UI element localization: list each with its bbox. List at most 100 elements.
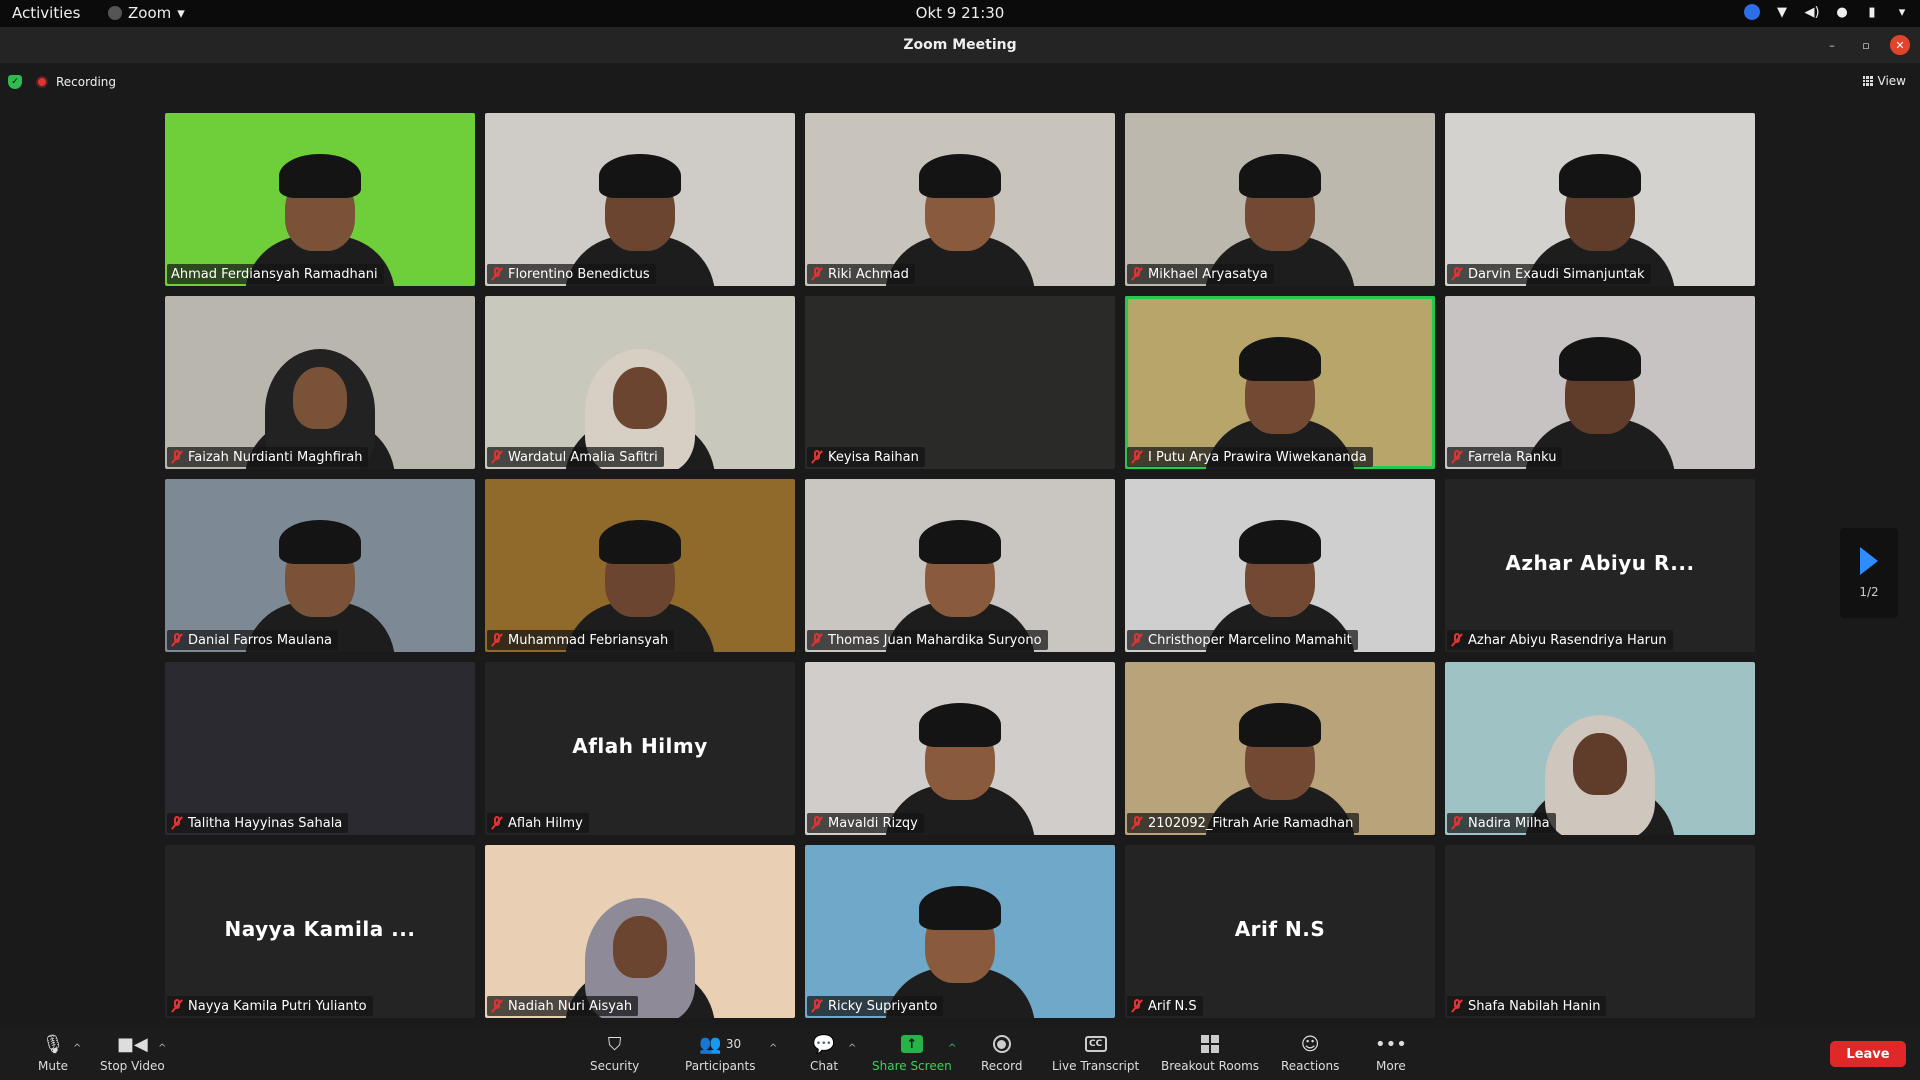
- participant-display-name: Azhar Abiyu R...: [1505, 551, 1695, 575]
- participant-tile[interactable]: Florentino Benedictus: [485, 113, 795, 286]
- app-menu-label: Zoom: [128, 4, 172, 22]
- share-screen-button[interactable]: ↑ Share Screen: [872, 1033, 952, 1073]
- microphone-muted-icon: [1451, 816, 1463, 830]
- microphone-muted-icon: [811, 450, 823, 464]
- participant-tile[interactable]: Arif N.S Arif N.S: [1125, 845, 1435, 1018]
- chat-options-caret[interactable]: ^: [848, 1043, 856, 1054]
- mute-button[interactable]: 🎙 Mute: [38, 1033, 68, 1074]
- leave-button[interactable]: Leave: [1830, 1041, 1906, 1067]
- participant-tile[interactable]: Thomas Juan Mahardika Suryono: [805, 479, 1115, 652]
- participant-tile[interactable]: 2102092_Fitrah Arie Ramadhan: [1125, 662, 1435, 835]
- participant-tile[interactable]: Keyisa Raihan: [805, 296, 1115, 469]
- participant-name-tag: Muhammad Febriansyah: [487, 630, 675, 650]
- participant-video-hair: [599, 154, 681, 198]
- participant-tile[interactable]: Aflah Hilmy Aflah Hilmy: [485, 662, 795, 835]
- participant-video-hair: [919, 520, 1001, 564]
- participant-tile[interactable]: Talitha Hayyinas Sahala: [165, 662, 475, 835]
- microphone-muted-icon: [171, 450, 183, 464]
- participant-name-tag: Florentino Benedictus: [487, 264, 656, 284]
- participant-tile[interactable]: Darvin Exaudi Simanjuntak: [1445, 113, 1755, 286]
- participant-tile[interactable]: Mikhael Aryasatya: [1125, 113, 1435, 286]
- participant-tile[interactable]: Farrela Ranku: [1445, 296, 1755, 469]
- activities-button[interactable]: Activities: [12, 4, 80, 22]
- participant-name: Nayya Kamila Putri Yulianto: [188, 998, 367, 1014]
- participant-tile[interactable]: Nayya Kamila ... Nayya Kamila Putri Yulia…: [165, 845, 475, 1018]
- gallery-view: Ahmad Ferdiansyah Ramadhani Florentino Be…: [165, 113, 1755, 1018]
- participant-tile[interactable]: Ricky Supriyanto: [805, 845, 1115, 1018]
- participant-name-tag: Ricky Supriyanto: [807, 996, 944, 1016]
- live-transcript-button[interactable]: CC Live Transcript: [1052, 1033, 1139, 1073]
- participant-name-tag: I Putu Arya Prawira Wiwekananda: [1127, 447, 1373, 467]
- participant-display-name: Nayya Kamila ...: [224, 917, 416, 941]
- participant-tile[interactable]: Azhar Abiyu R... Azhar Abiyu Rasendriya H…: [1445, 479, 1755, 652]
- microphone-icon[interactable]: ●: [1834, 3, 1850, 21]
- security-button[interactable]: ⛉ Security: [590, 1033, 639, 1074]
- volume-icon[interactable]: ◀): [1804, 3, 1820, 21]
- more-button[interactable]: ••• More: [1375, 1033, 1407, 1074]
- participant-name-tag: Christhoper Marcelino Mamahit: [1127, 630, 1358, 650]
- microphone-muted-icon: [171, 999, 183, 1013]
- next-page-button[interactable]: 1/2: [1840, 528, 1898, 618]
- participant-name: Arif N.S: [1148, 998, 1197, 1014]
- chat-button[interactable]: 💬 Chat: [810, 1033, 838, 1074]
- participant-tile[interactable]: Faizah Nurdianti Maghfirah: [165, 296, 475, 469]
- recording-indicator[interactable]: Recording: [36, 75, 116, 89]
- ellipsis-icon: •••: [1375, 1033, 1407, 1055]
- participant-tile[interactable]: Mavaldi Rizqy: [805, 662, 1115, 835]
- participant-tile[interactable]: Shafa Nabilah Hanin: [1445, 845, 1755, 1018]
- video-options-caret[interactable]: ^: [158, 1043, 166, 1054]
- breakout-rooms-button[interactable]: Breakout Rooms: [1161, 1033, 1259, 1073]
- participant-tile[interactable]: Nadiah Nuri Aisyah: [485, 845, 795, 1018]
- participant-video-hair: [919, 886, 1001, 930]
- reactions-button[interactable]: ☺ Reactions: [1281, 1033, 1340, 1074]
- chevron-down-icon[interactable]: ▾: [1894, 3, 1910, 21]
- microphone-muted-icon: [491, 267, 503, 281]
- participants-options-caret[interactable]: ^: [769, 1043, 777, 1054]
- participant-display-name: Arif N.S: [1234, 917, 1326, 941]
- participant-name: Mikhael Aryasatya: [1148, 266, 1268, 282]
- participant-tile[interactable]: I Putu Arya Prawira Wiwekananda: [1125, 296, 1435, 469]
- participant-name-tag: Keyisa Raihan: [807, 447, 925, 467]
- participant-video-face: [613, 367, 667, 429]
- view-button[interactable]: View: [1862, 74, 1906, 88]
- participant-name: Danial Farros Maulana: [188, 632, 333, 648]
- share-screen-icon: ↑: [900, 1035, 923, 1053]
- participant-tile[interactable]: Riki Achmad: [805, 113, 1115, 286]
- participants-button[interactable]: 👥 30 Participants: [685, 1033, 756, 1074]
- record-button[interactable]: Record: [981, 1033, 1022, 1073]
- reactions-label: Reactions: [1281, 1059, 1340, 1073]
- app-menu[interactable]: Zoom ▾: [108, 4, 185, 22]
- battery-icon[interactable]: ▮: [1864, 3, 1880, 21]
- breakout-rooms-icon: [1201, 1035, 1220, 1053]
- share-options-caret[interactable]: ^: [948, 1043, 956, 1054]
- more-label: More: [1376, 1059, 1406, 1073]
- stop-video-button[interactable]: ■◀ Stop Video: [100, 1033, 165, 1074]
- participant-name-tag: 2102092_Fitrah Arie Ramadhan: [1127, 813, 1360, 833]
- microphone-muted-icon: [811, 999, 823, 1013]
- restore-button[interactable]: ▫: [1856, 35, 1876, 55]
- participant-name-tag: Wardatul Amalia Safitri: [487, 447, 664, 467]
- share-screen-label: Share Screen: [872, 1059, 952, 1073]
- close-button[interactable]: ✕: [1890, 35, 1910, 55]
- participant-tile[interactable]: Wardatul Amalia Safitri: [485, 296, 795, 469]
- minimize-button[interactable]: –: [1822, 35, 1842, 55]
- shield-icon[interactable]: ✓: [8, 75, 22, 89]
- system-top-bar: Activities Zoom ▾ Okt 9 21:30 ▼ ◀) ● ▮ ▾: [0, 0, 1920, 27]
- system-tray[interactable]: ▼ ◀) ● ▮ ▾: [1744, 3, 1910, 21]
- stop-video-label: Stop Video: [100, 1059, 165, 1073]
- wifi-icon[interactable]: ▼: [1774, 3, 1790, 21]
- participant-tile[interactable]: Muhammad Febriansyah: [485, 479, 795, 652]
- participant-tile[interactable]: Ahmad Ferdiansyah Ramadhani: [165, 113, 475, 286]
- participant-tile[interactable]: Christhoper Marcelino Mamahit: [1125, 479, 1435, 652]
- participant-name-tag: Faizah Nurdianti Maghfirah: [167, 447, 369, 467]
- microphone-muted-icon: [491, 816, 503, 830]
- participant-tile[interactable]: Nadira Milha: [1445, 662, 1755, 835]
- grid-icon: [1862, 76, 1873, 86]
- mute-options-caret[interactable]: ^: [73, 1043, 81, 1054]
- participant-tile[interactable]: Danial Farros Maulana: [165, 479, 475, 652]
- participant-video-face: [293, 367, 347, 429]
- zoom-tray-icon[interactable]: [1744, 4, 1760, 20]
- clock[interactable]: Okt 9 21:30: [0, 4, 1920, 22]
- microphone-muted-icon: [491, 450, 503, 464]
- participant-name-tag: Talitha Hayyinas Sahala: [167, 813, 349, 833]
